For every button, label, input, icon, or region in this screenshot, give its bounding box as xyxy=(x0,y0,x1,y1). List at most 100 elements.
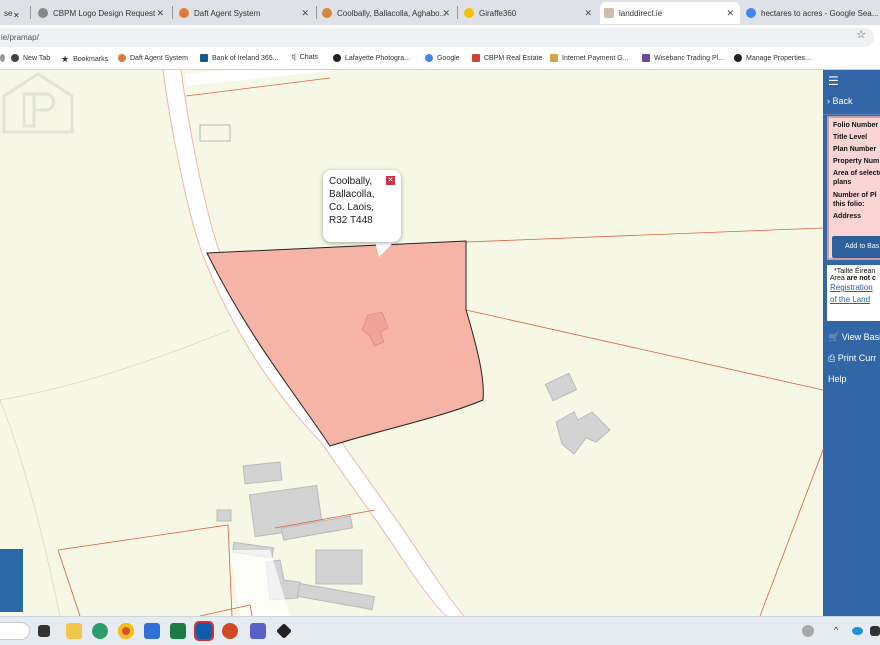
folder-icon xyxy=(0,54,5,62)
tab-label: Daft Agent System xyxy=(194,8,261,18)
field-label: Property Num xyxy=(833,158,880,165)
browser-tab-strip: se ✕ CBPM Logo Design Request ✕ Daft Age… xyxy=(0,0,880,25)
field-boundary xyxy=(759,449,823,616)
task-view-icon[interactable] xyxy=(38,625,50,637)
print-current-link[interactable]: ⎙ Print Curr xyxy=(828,353,876,364)
star-icon: ★ xyxy=(61,54,70,64)
bookmark-label: Daft Agent System xyxy=(130,54,188,62)
close-icon[interactable]: ✕ xyxy=(156,8,164,19)
bookmark-label: Bookmarks xyxy=(73,56,109,63)
close-icon[interactable]: ✕ xyxy=(386,176,395,185)
lane xyxy=(185,70,331,86)
field-boundary xyxy=(57,524,233,616)
bookmark-item[interactable]: Internet Payment G... xyxy=(550,54,629,62)
close-icon[interactable]: ✕ xyxy=(584,8,592,19)
add-button-label: Add to Bas xyxy=(845,243,880,250)
browser-tab[interactable]: Coolbally, Ballacolla, Aghabo... ✕ xyxy=(318,2,456,24)
map-canvas[interactable] xyxy=(0,70,823,616)
bookmark-item[interactable]: Lafayette Photogra... xyxy=(333,54,410,62)
map-drawing xyxy=(0,70,823,616)
bookmark-item[interactable]: Daft Agent System xyxy=(118,54,188,62)
bookmark-item[interactable]: t| Chats xyxy=(292,54,318,61)
search-input[interactable] xyxy=(0,622,30,640)
globe-icon xyxy=(11,54,19,62)
note-text-2: Area are not c xyxy=(830,275,880,282)
teams-icon[interactable] xyxy=(250,623,266,639)
browser-tab[interactable]: Daft Agent System ✕ xyxy=(175,2,315,24)
chevron-right-icon: › xyxy=(827,96,830,106)
bookmark-label: Wisebanc Trading Pl... xyxy=(654,54,725,62)
cart-icon: 🛒 xyxy=(828,332,840,342)
weather-icon[interactable] xyxy=(802,625,814,637)
watermark-logo xyxy=(2,72,74,134)
help-link[interactable]: Help xyxy=(828,374,847,384)
bookmark-item[interactable]: ★ Bookmarks xyxy=(61,54,108,65)
popup-line: R32 T448 xyxy=(329,215,373,226)
outlook-icon[interactable] xyxy=(194,621,214,641)
file-explorer-icon[interactable] xyxy=(66,623,82,639)
building xyxy=(242,461,283,485)
view-basket-link[interactable]: 🛒 View Basi xyxy=(828,332,880,343)
daft-icon xyxy=(118,54,126,62)
close-icon[interactable]: ✕ xyxy=(726,8,734,19)
excel-icon[interactable] xyxy=(170,623,186,639)
google-icon xyxy=(425,54,433,62)
land-link[interactable]: of the Land xyxy=(830,294,880,306)
bookmark-label: Internet Payment G... xyxy=(562,54,629,62)
back-button[interactable]: › Back xyxy=(827,96,853,106)
mail-icon[interactable] xyxy=(144,623,160,639)
bookmark-item[interactable]: Manage Properties... xyxy=(734,54,811,62)
bookmark-label: Google xyxy=(437,54,460,62)
printer-icon: ⎙ xyxy=(828,353,836,363)
close-icon[interactable]: ✕ xyxy=(301,8,309,19)
building xyxy=(216,509,232,522)
tab-label: CBPM Logo Design Request xyxy=(53,8,156,18)
address-bar-row: ie/pramap/ ☆ xyxy=(0,25,880,49)
browser-tab-active[interactable]: landdirect.ie ✕ xyxy=(600,2,740,24)
chevron-up-icon[interactable]: ^ xyxy=(834,625,838,635)
close-icon[interactable]: ✕ xyxy=(442,8,450,19)
bookmark-item[interactable]: Google xyxy=(425,54,460,62)
note-bold: are not c xyxy=(846,275,876,282)
tab-label: Coolbally, Ballacolla, Aghabo... xyxy=(337,8,447,18)
edge-icon[interactable] xyxy=(92,623,108,639)
globe-icon xyxy=(734,54,742,62)
registration-link[interactable]: Registration xyxy=(830,282,880,294)
add-to-basket-button[interactable]: Add to Bas xyxy=(832,236,880,258)
link-label: View Basi xyxy=(841,332,880,342)
tab-label: hectares to acres - Google Sea... xyxy=(761,8,879,18)
browser-tab[interactable]: CBPM Logo Design Request ✕ xyxy=(34,2,170,24)
folio-info-box: Folio Number Title Level Plan Number Pro… xyxy=(827,116,880,260)
app-icon[interactable] xyxy=(276,623,292,639)
close-icon[interactable]: ✕ xyxy=(13,4,25,26)
back-label: Back xyxy=(832,96,853,106)
bookmark-star-icon[interactable]: ☆ xyxy=(856,28,866,41)
building xyxy=(315,549,363,585)
browser-tab[interactable]: Giraffe360 ✕ xyxy=(460,2,598,24)
onedrive-icon[interactable] xyxy=(852,627,863,635)
daft-icon xyxy=(179,8,189,18)
chat-icon: t| xyxy=(292,54,296,61)
network-icon[interactable] xyxy=(870,626,880,636)
bookmark-item[interactable]: New Tab xyxy=(11,54,50,62)
url-text: ie/pramap/ xyxy=(1,33,39,42)
bookmark-item[interactable]: CBPM Real Estate xyxy=(472,54,542,62)
wisebanc-icon xyxy=(642,54,650,62)
bookmark-item[interactable]: Wisebanc Trading Pl... xyxy=(642,54,724,62)
bookmark-label: Chats xyxy=(299,54,319,61)
folio-sidebar: ☰ › Back Folio Number Title Level Plan N… xyxy=(823,70,880,616)
field-label: Number of Pl xyxy=(833,192,877,199)
menu-icon[interactable]: ☰ xyxy=(828,74,839,88)
field-label: Folio Number xyxy=(833,122,879,129)
windows-taskbar: ^ xyxy=(0,616,880,645)
browser-tab[interactable]: hectares to acres - Google Sea... xyxy=(742,2,880,24)
chrome-icon[interactable] xyxy=(118,623,134,639)
url-input[interactable]: ie/pramap/ xyxy=(0,28,874,47)
office-icon[interactable] xyxy=(222,623,238,639)
field-label: Title Level xyxy=(833,134,868,141)
bookmark-item[interactable] xyxy=(0,54,9,62)
bookmarks-bar: New Tab ★ Bookmarks Daft Agent System Ban… xyxy=(0,49,880,70)
outbuilding xyxy=(199,124,231,142)
bookmark-item[interactable]: Bank of Ireland 365... xyxy=(200,54,279,62)
left-panel-edge[interactable] xyxy=(0,549,23,612)
